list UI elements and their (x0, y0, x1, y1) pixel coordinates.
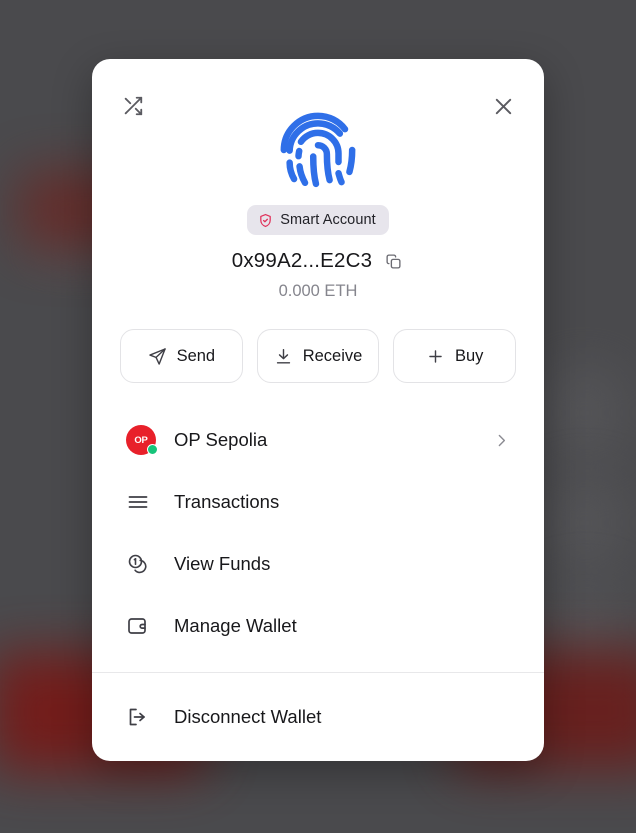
menu-item-manage-wallet-label: Manage Wallet (174, 615, 297, 636)
close-icon[interactable] (486, 89, 520, 123)
status-badge-label: Smart Account (280, 212, 376, 228)
coins-icon (126, 552, 160, 576)
menu-item-view-funds[interactable]: View Funds (126, 533, 510, 595)
copy-icon[interactable] (382, 250, 404, 272)
send-plane-icon (148, 347, 166, 365)
list-lines-icon (126, 490, 160, 514)
menu-item-disconnect-wallet[interactable]: Disconnect Wallet (126, 673, 510, 761)
status-badge: Smart Account (247, 205, 389, 235)
quick-actions: Send Receive Buy (92, 329, 544, 383)
modal-header (92, 59, 544, 116)
network-status-dot (147, 444, 158, 455)
send-button-label: Send (176, 346, 216, 365)
receive-button-label: Receive (302, 346, 363, 365)
download-arrow-icon (276, 348, 290, 364)
wallet-menu: OP OP Sepolia Transactions View Funds Ma… (92, 409, 544, 672)
network-avatar-icon: OP (126, 425, 160, 455)
buy-button[interactable]: Buy (393, 329, 517, 383)
account-address: 0x99A2...E2C3 (231, 249, 373, 272)
receive-button[interactable]: Receive (256, 329, 380, 383)
menu-item-view-funds-label: View Funds (174, 553, 271, 574)
backdrop-blur-shape (548, 368, 622, 458)
shuffle-icon[interactable] (116, 89, 150, 123)
account-balance: 0.000 ETH (278, 282, 358, 300)
account-address-row: 0x99A2...E2C3 (232, 249, 405, 273)
backdrop-blur-shape (548, 478, 622, 568)
shield-check-icon (260, 213, 272, 227)
menu-item-network-label: OP Sepolia (174, 429, 268, 450)
wallet-account-modal: Smart Account 0x99A2...E2C3 0.000 ETH Se… (92, 59, 544, 761)
menu-item-network[interactable]: OP OP Sepolia (126, 409, 510, 471)
wallet-icon (126, 614, 160, 638)
wallet-footer-menu: Disconnect Wallet (92, 673, 544, 761)
plus-icon (429, 349, 442, 363)
logout-icon (126, 705, 160, 729)
menu-item-transactions-label: Transactions (174, 491, 280, 512)
menu-item-manage-wallet[interactable]: Manage Wallet (126, 595, 510, 657)
account-identity: Smart Account 0x99A2...E2C3 0.000 ETH (92, 109, 544, 301)
send-button[interactable]: Send (120, 329, 243, 383)
buy-button-label: Buy (454, 346, 484, 365)
menu-item-transactions[interactable]: Transactions (126, 471, 510, 533)
fingerprint-icon (280, 112, 356, 188)
chevron-right-icon (493, 432, 510, 449)
menu-item-disconnect-wallet-label: Disconnect Wallet (174, 706, 322, 727)
